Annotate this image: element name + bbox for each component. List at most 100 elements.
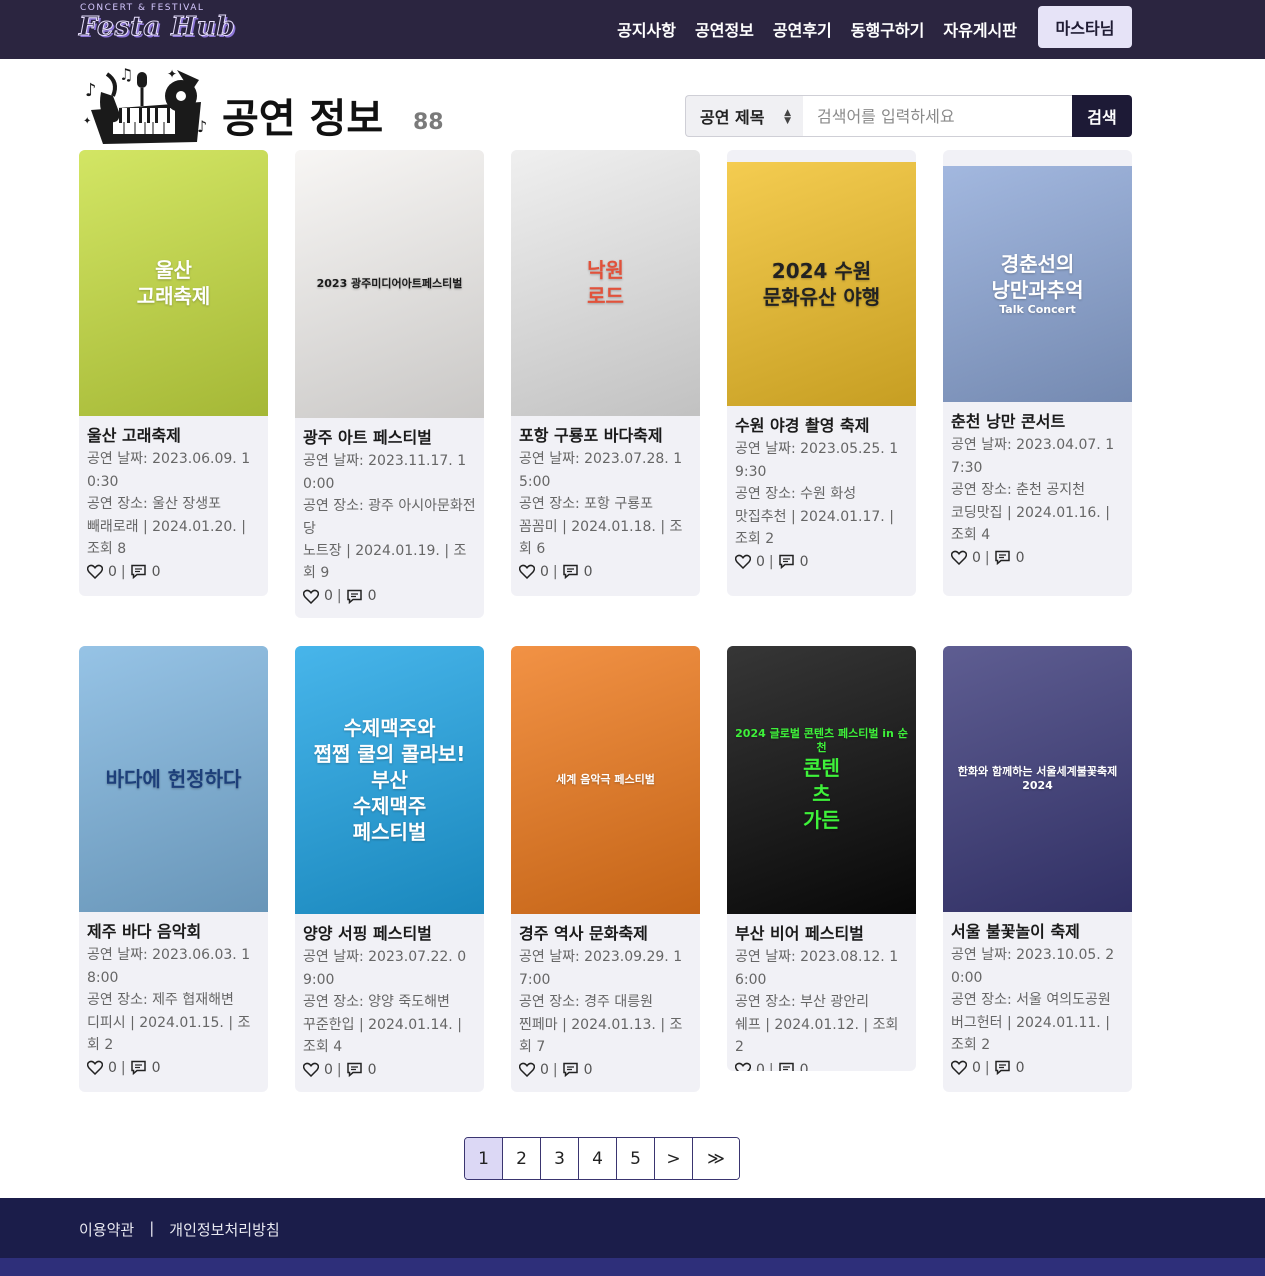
poster-image[interactable]: 수제맥주와 쩝쩝 쿨의 콜라보! 부산 수제맥주 페스티벌 bbox=[295, 646, 484, 914]
poster-image[interactable]: 2024 수원 문화유산 야행 bbox=[727, 162, 916, 406]
poster-text: 로드 bbox=[587, 284, 624, 308]
page-button-3[interactable]: 3 bbox=[541, 1138, 579, 1179]
comment-count: 0 bbox=[799, 1061, 809, 1072]
card-title[interactable]: 제주 바다 음악회 bbox=[87, 921, 262, 944]
poster-image[interactable]: 바다에 헌정하다 bbox=[79, 646, 268, 912]
music-instruments-icon: ♪ ♫ ♪ ✦ ✦ bbox=[83, 65, 207, 144]
search-input[interactable] bbox=[803, 95, 1073, 137]
heart-icon[interactable] bbox=[519, 564, 535, 579]
card-title[interactable]: 부산 비어 페스티벌 bbox=[735, 923, 910, 946]
card-stats: 0 | 0 bbox=[735, 1059, 910, 1072]
performance-card[interactable]: 수제맥주와 쩝쩝 쿨의 콜라보! 부산 수제맥주 페스티벌 양양 서핑 페스티벌 공연 날짜… bbox=[295, 646, 484, 1092]
like-count: 0 bbox=[540, 1061, 549, 1078]
performance-card[interactable]: 한화와 함께하는 서울세계불꽃축제 2024 서울 불꽃놀이 축제공연 날짜: 2… bbox=[943, 646, 1132, 1092]
poster-text: 낙원 bbox=[587, 258, 624, 282]
card-title[interactable]: 춘천 낭만 콘서트 bbox=[951, 411, 1126, 434]
performance-place: 공연 장소: 수원 화성 bbox=[735, 486, 857, 502]
nav-link-performance-info[interactable]: 공연정보 bbox=[695, 17, 754, 41]
site-logo[interactable]: CONCERT & FESTIVAL Festa Hub bbox=[79, 3, 236, 53]
stats-separator: | bbox=[768, 553, 774, 570]
poster-text: 바다에 헌정하다 bbox=[105, 767, 242, 791]
performance-card[interactable]: 세계 음악극 페스티벌경주 역사 문화축제 공연 날짜: 2023.09.29. … bbox=[511, 646, 700, 1092]
heart-icon[interactable] bbox=[735, 554, 751, 569]
poster-image[interactable]: 2024 글로벌 콘텐츠 페스티벌 in 순천 콘텐 츠 가든 bbox=[727, 646, 916, 914]
nav-link-reviews[interactable]: 공연후기 bbox=[773, 17, 832, 41]
card-body: 울산 고래축제 공연 날짜: 2023.06.09. 10:30 공연 장소: 울산… bbox=[87, 425, 262, 583]
heart-icon[interactable] bbox=[87, 1060, 103, 1075]
poster-text: 쩝쩝 쿨의 콜라보! bbox=[313, 742, 466, 766]
card-title[interactable]: 서울 불꽃놀이 축제 bbox=[951, 921, 1126, 944]
poster-image[interactable]: 울산 고래축제 bbox=[79, 150, 268, 416]
poster-image[interactable]: 경춘선의 낭만과추억 Talk Concert bbox=[943, 166, 1132, 402]
comment-count: 0 bbox=[151, 563, 161, 580]
page-button-2[interactable]: 2 bbox=[503, 1138, 541, 1179]
poster-text: 수제맥주 bbox=[352, 794, 427, 818]
page-button-5[interactable]: 5 bbox=[617, 1138, 655, 1179]
performance-place: 공연 장소: 경주 대릉원 bbox=[519, 994, 653, 1010]
stats-separator: | bbox=[552, 563, 558, 580]
heart-icon[interactable] bbox=[303, 1062, 319, 1077]
nav-link-free-board[interactable]: 자유게시판 bbox=[943, 17, 1017, 41]
performance-card[interactable]: 경춘선의 낭만과추억 Talk Concert 춘천 낭만 콘서트공연 날짜: 202… bbox=[943, 150, 1132, 596]
poster-text: 2024 수원 bbox=[771, 259, 872, 283]
nav-link-companion[interactable]: 동행구하기 bbox=[851, 17, 925, 41]
post-meta: 노트장 | 2024.01.19. | 조회 9 bbox=[303, 543, 467, 581]
poster-text: 부산 bbox=[371, 768, 408, 792]
poster-image[interactable]: 낙원 로드 bbox=[511, 150, 700, 416]
heart-icon[interactable] bbox=[519, 1062, 535, 1077]
page-button-1[interactable]: 1 bbox=[465, 1138, 503, 1179]
terms-link[interactable]: 이용약관 bbox=[79, 1219, 134, 1240]
card-body: 경주 역사 문화축제 공연 날짜: 2023.09.29. 17:00 공연 장소:… bbox=[519, 923, 694, 1081]
search-type-select[interactable]: 공연 제목 ▲ ▼ bbox=[685, 95, 803, 137]
like-count: 0 bbox=[756, 1061, 765, 1072]
page-button-4[interactable]: 4 bbox=[579, 1138, 617, 1179]
footer: 이용약관 | 개인정보처리방침 bbox=[0, 1198, 1265, 1276]
performance-card[interactable]: 2023 광주미디어아트페스티벌광주 아트 페스티벌공연 날짜: 2023.11… bbox=[295, 150, 484, 618]
performance-date: 공연 날짜: 2023.11.17. 10:00 bbox=[303, 453, 467, 492]
total-count: 88 bbox=[413, 110, 444, 135]
card-title[interactable]: 광주 아트 페스티벌 bbox=[303, 427, 478, 450]
search-button[interactable]: 검색 bbox=[1072, 95, 1132, 137]
post-meta: 찐페마 | 2024.01.13. | 조회 7 bbox=[519, 1016, 683, 1055]
heart-icon[interactable] bbox=[951, 1060, 967, 1075]
performance-date: 공연 날짜: 2023.10.05. 20:00 bbox=[951, 947, 1115, 986]
svg-text:✦: ✦ bbox=[83, 116, 91, 127]
poster-text: 2023 광주미디어아트페스티벌 bbox=[316, 276, 463, 290]
performance-card[interactable]: 바다에 헌정하다 제주 바다 음악회 공연 날짜: 2023.06.03. 18:0… bbox=[79, 646, 268, 1092]
nav-link-notice[interactable]: 공지사항 bbox=[617, 17, 676, 41]
performance-place: 공연 장소: 제주 협재해변 bbox=[87, 992, 234, 1008]
poster-text: 2024 글로벌 콘텐츠 페스티벌 in 순천 bbox=[735, 726, 908, 754]
next-page-button[interactable]: > bbox=[655, 1138, 693, 1179]
performance-card[interactable]: 울산 고래축제 울산 고래축제 공연 날짜: 2023.06.09. 10:30 공연 … bbox=[79, 150, 268, 596]
user-menu-button[interactable]: 마스타님 bbox=[1038, 6, 1132, 48]
card-title[interactable]: 경주 역사 문화축제 bbox=[519, 923, 694, 946]
poster-image[interactable]: 세계 음악극 페스티벌 bbox=[511, 646, 700, 914]
poster-image[interactable]: 2023 광주미디어아트페스티벌 bbox=[295, 150, 484, 418]
comment-icon bbox=[994, 550, 1011, 565]
performance-card[interactable]: 2024 글로벌 콘텐츠 페스티벌 in 순천 콘텐 츠 가든 부산 비어 페스티벌 공연… bbox=[727, 646, 916, 1071]
performance-card[interactable]: 2024 수원 문화유산 야행 수원 야경 촬영 축제 공연 날짜: 2023.05.… bbox=[727, 150, 916, 596]
last-page-button[interactable]: ≫ bbox=[693, 1138, 739, 1179]
pagination: 1 2 3 4 5 > ≫ bbox=[464, 1137, 740, 1180]
heart-icon[interactable] bbox=[87, 564, 103, 579]
poster-text: Talk Concert bbox=[999, 302, 1076, 316]
card-body: 서울 불꽃놀이 축제 공연 날짜: 2023.10.05. 20:00 공연 장소:… bbox=[951, 921, 1126, 1079]
card-title[interactable]: 수원 야경 촬영 축제 bbox=[735, 415, 910, 438]
poster-text: 세계 음악극 페스티벌 bbox=[556, 772, 655, 786]
card-title[interactable]: 울산 고래축제 bbox=[87, 425, 262, 448]
privacy-link[interactable]: 개인정보처리방침 bbox=[169, 1219, 279, 1240]
like-count: 0 bbox=[108, 563, 117, 580]
heart-icon[interactable] bbox=[735, 1062, 751, 1071]
comment-icon bbox=[778, 554, 795, 569]
card-title[interactable]: 양양 서핑 페스티벌 bbox=[303, 923, 478, 946]
card-title[interactable]: 포항 구룡포 바다축제 bbox=[519, 425, 694, 448]
poster-image[interactable]: 한화와 함께하는 서울세계불꽃축제 2024 bbox=[943, 646, 1132, 912]
card-stats: 0 | 0 bbox=[303, 1059, 478, 1081]
heart-icon[interactable] bbox=[951, 550, 967, 565]
svg-text:♪: ♪ bbox=[197, 117, 207, 136]
performance-date: 공연 날짜: 2023.04.07. 17:30 bbox=[951, 437, 1115, 476]
performance-card[interactable]: 낙원 로드 포항 구룡포 바다축제 공연 날짜: 2023.07.28. 15:00 공… bbox=[511, 150, 700, 596]
heart-icon[interactable] bbox=[303, 589, 319, 604]
stats-separator: | bbox=[984, 1059, 990, 1076]
poster-text: 경춘선의 bbox=[1000, 251, 1075, 276]
